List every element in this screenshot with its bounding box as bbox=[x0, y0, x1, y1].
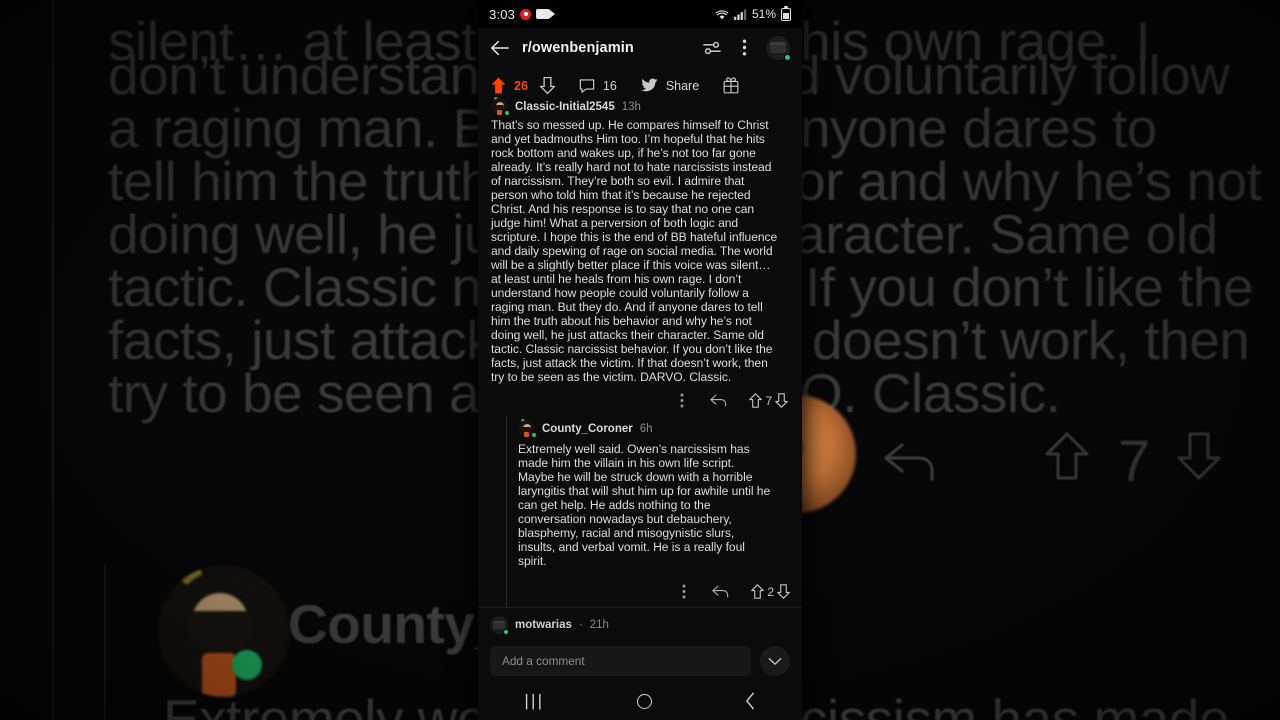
recents-icon[interactable]: ||| bbox=[524, 691, 544, 711]
signal-icon bbox=[734, 9, 747, 20]
avatar[interactable] bbox=[491, 97, 510, 116]
bg-reply-arrow-icon bbox=[880, 435, 940, 481]
comment-username[interactable]: County_Coroner bbox=[542, 423, 633, 435]
upvote-arrow-icon[interactable] bbox=[751, 584, 765, 600]
screen-record-icon bbox=[520, 8, 532, 20]
comment-username[interactable]: motwarias bbox=[515, 619, 572, 631]
overflow-menu-icon[interactable] bbox=[734, 38, 754, 58]
separator: · bbox=[578, 619, 583, 632]
user-avatar[interactable] bbox=[766, 35, 791, 61]
bg-downvote-arrow-icon bbox=[1175, 430, 1223, 482]
bg-score: 7 bbox=[1118, 429, 1150, 494]
comment-body: Extremely well said. Owen’s narcissism h… bbox=[518, 442, 771, 569]
add-comment-input[interactable]: Add a comment bbox=[490, 646, 751, 676]
twitter-bird-icon[interactable] bbox=[641, 78, 658, 93]
comment-header: Classic-Initial2545 13h bbox=[491, 94, 790, 118]
comment-timestamp: 13h bbox=[621, 100, 641, 113]
camera-icon bbox=[536, 9, 556, 19]
home-icon[interactable] bbox=[636, 693, 652, 709]
downvote-arrow-icon[interactable] bbox=[539, 77, 555, 94]
reply-arrow-icon[interactable] bbox=[712, 585, 729, 598]
comment-username[interactable]: Classic-Initial2545 bbox=[515, 101, 615, 113]
bg-gutter-thread bbox=[104, 565, 106, 720]
upvote-arrow-icon[interactable] bbox=[491, 77, 506, 94]
comment-header: motwarias · 21h bbox=[490, 616, 790, 636]
share-label[interactable]: Share bbox=[666, 79, 699, 93]
comment-actions: 7 bbox=[491, 387, 790, 416]
comment-body: That’s so messed up. He compares himself… bbox=[491, 118, 778, 385]
comment-bubble-icon[interactable] bbox=[579, 78, 595, 94]
bg-online-dot bbox=[232, 650, 262, 680]
phone-screen-panel: 3:03 51% r/owenbenjamin 26 16 Share Clas… bbox=[478, 0, 802, 720]
online-dot bbox=[504, 110, 510, 116]
back-arrow-icon[interactable] bbox=[490, 38, 510, 58]
overflow-menu-icon[interactable] bbox=[680, 393, 684, 408]
upvote-count: 26 bbox=[514, 78, 528, 93]
battery-icon bbox=[781, 5, 791, 21]
bg-upvote-arrow-icon bbox=[1043, 430, 1091, 482]
comment-item[interactable]: County_Coroner 6h Extremely well said. O… bbox=[478, 416, 802, 608]
avatar[interactable] bbox=[490, 616, 509, 636]
sort-filter-icon[interactable] bbox=[702, 38, 722, 58]
back-chevron-icon[interactable] bbox=[745, 692, 756, 710]
reply-arrow-icon[interactable] bbox=[710, 394, 727, 407]
comment-timestamp: 6h bbox=[639, 422, 653, 435]
comment-item[interactable]: Classic-Initial2545 13h That’s so messed… bbox=[478, 94, 802, 416]
bg-gutter-left bbox=[52, 0, 54, 560]
comment-timestamp: 21h bbox=[589, 619, 609, 632]
bg-gutter-left-2 bbox=[52, 560, 54, 720]
downvote-arrow-icon[interactable] bbox=[777, 584, 790, 600]
online-dot bbox=[531, 432, 537, 439]
battery-percent: 51% bbox=[751, 7, 776, 21]
comment-composer: Add a comment bbox=[478, 640, 802, 682]
thread-indent-line bbox=[506, 416, 507, 608]
status-bar: 3:03 51% bbox=[478, 0, 802, 28]
bg-avatar bbox=[158, 565, 290, 697]
bg-body-right: cissism has made bbox=[800, 688, 1230, 720]
upvote-arrow-icon[interactable] bbox=[749, 393, 763, 409]
comment-score: 2 bbox=[767, 584, 774, 599]
gift-award-icon[interactable] bbox=[723, 77, 739, 94]
screen: silent… at least unt don’t understand h … bbox=[0, 0, 1280, 720]
comment-feed[interactable]: Classic-Initial2545 13h That’s so messed… bbox=[478, 94, 802, 663]
subreddit-title: r/owenbenjamin bbox=[522, 39, 634, 56]
comment-header: County_Coroner 6h bbox=[518, 416, 790, 440]
comment-actions: 2 bbox=[518, 571, 790, 607]
comment-count: 16 bbox=[602, 78, 617, 93]
avatar[interactable] bbox=[518, 419, 537, 439]
wifi-icon bbox=[715, 9, 729, 20]
comment-score: 7 bbox=[765, 393, 772, 408]
app-bar: r/owenbenjamin bbox=[478, 28, 802, 67]
online-dot bbox=[784, 53, 791, 61]
status-time: 3:03 bbox=[489, 6, 516, 22]
overflow-menu-icon[interactable] bbox=[682, 584, 686, 599]
downvote-arrow-icon[interactable] bbox=[775, 393, 788, 409]
android-nav-bar: ||| bbox=[478, 682, 802, 720]
chevron-down-icon[interactable] bbox=[760, 646, 790, 676]
